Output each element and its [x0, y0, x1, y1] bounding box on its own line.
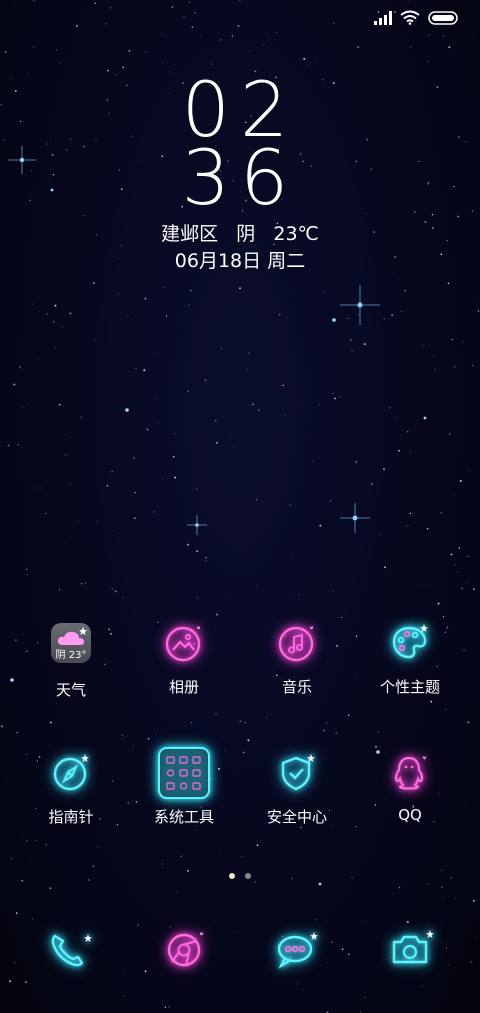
- wifi-icon: [400, 10, 420, 25]
- weather-summary[interactable]: 建邺区 阴 23℃: [0, 219, 480, 246]
- app-themes[interactable]: 个性主题: [350, 620, 470, 697]
- camera-icon: [392, 930, 434, 964]
- app-label: 天气: [55, 681, 86, 699]
- weather-temperature: 23℃: [273, 223, 319, 245]
- weather-badge-text: 阴 23°: [55, 650, 87, 661]
- music-icon: [274, 620, 320, 666]
- app-label: QQ: [398, 806, 422, 824]
- app-security-center[interactable]: 安全中心: [237, 750, 357, 827]
- weather-condition: 阴: [236, 223, 256, 245]
- page-indicator: [0, 873, 480, 879]
- page-dot[interactable]: [245, 873, 251, 879]
- app-weather[interactable]: 阴 23° 天气: [11, 620, 131, 700]
- page-dot-active[interactable]: [229, 873, 235, 879]
- weather-icon: 阴 23°: [48, 623, 94, 669]
- app-music[interactable]: 音乐: [237, 620, 357, 697]
- app-system-tools-folder[interactable]: 系统工具: [124, 746, 244, 827]
- status-bar: [374, 10, 458, 25]
- app-label: 安全中心: [266, 808, 327, 826]
- signal-strength-icon: [374, 10, 392, 25]
- battery-icon: [428, 10, 458, 25]
- security-shield-icon: [274, 750, 320, 796]
- dock-camera[interactable]: [384, 926, 444, 976]
- theme-palette-icon: [387, 620, 433, 666]
- app-label: 相册: [168, 678, 199, 696]
- gallery-icon: [161, 620, 207, 666]
- system-tools-folder-icon: [157, 746, 211, 800]
- app-label: 指南针: [48, 808, 94, 826]
- app-label: 个性主题: [379, 678, 440, 696]
- home-screen: 02 36 建邺区 阴 23℃ 06月18日 周二 阴 23° 天气 相册 音乐…: [0, 0, 480, 1013]
- app-label: 音乐: [281, 678, 312, 696]
- phone-icon: [51, 934, 92, 967]
- weather-location: 建邺区: [161, 223, 219, 245]
- messages-icon: [277, 932, 318, 969]
- date-display[interactable]: 06月18日 周二: [0, 246, 480, 273]
- clock-minutes: 36: [181, 133, 299, 222]
- browser-icon: [167, 932, 203, 967]
- dock-browser[interactable]: [157, 926, 217, 976]
- app-qq[interactable]: QQ: [350, 750, 470, 824]
- compass-icon: [48, 750, 94, 796]
- qq-penguin-icon: [387, 750, 433, 796]
- app-label: 系统工具: [153, 808, 214, 826]
- dock-phone[interactable]: [42, 926, 102, 976]
- app-compass[interactable]: 指南针: [11, 750, 131, 827]
- lock-clock[interactable]: 02 36: [0, 72, 480, 222]
- app-gallery[interactable]: 相册: [124, 620, 244, 697]
- dock-messages[interactable]: [269, 926, 329, 976]
